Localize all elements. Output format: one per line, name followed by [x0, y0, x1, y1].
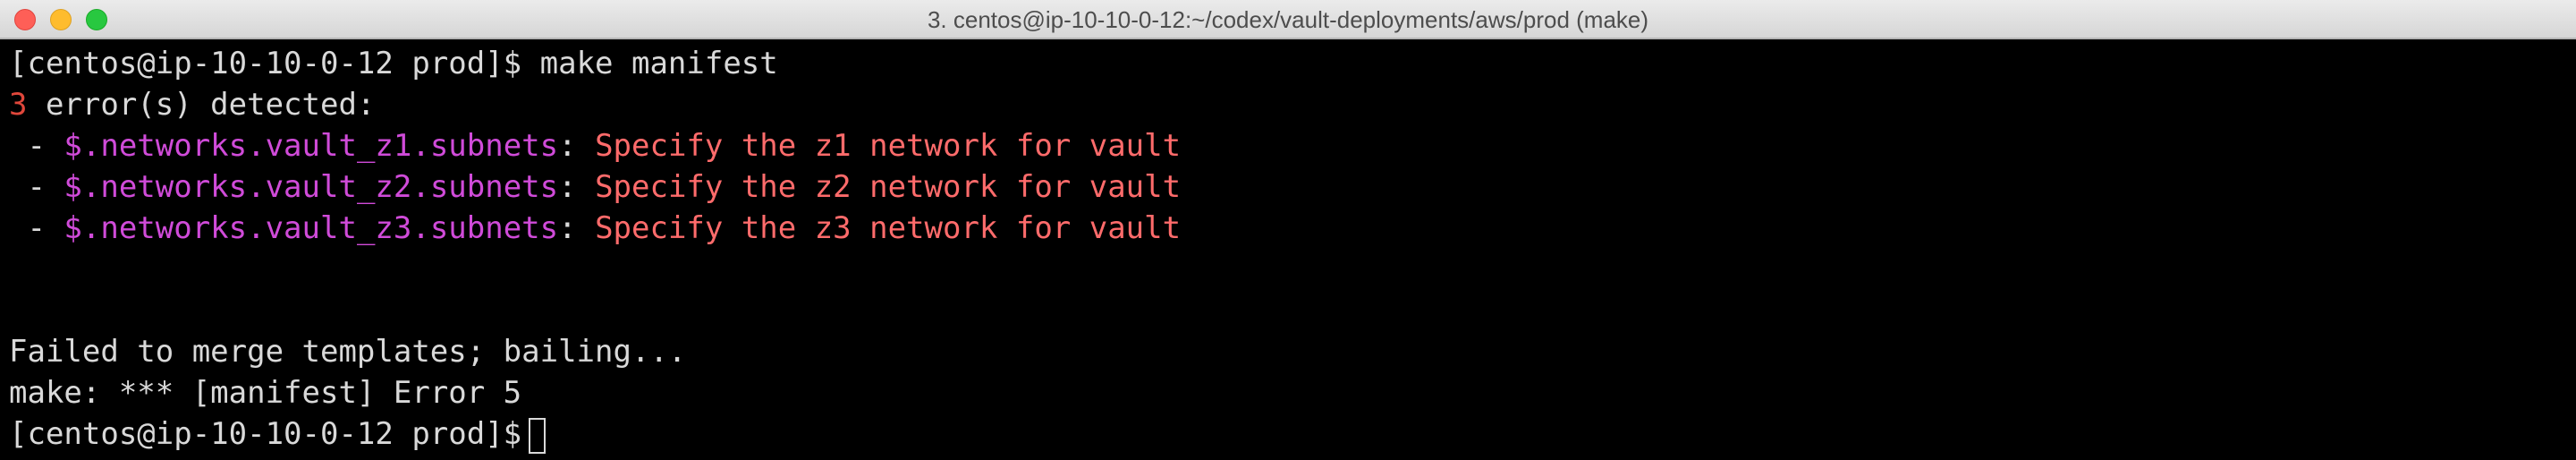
error-bullet: - [9, 169, 64, 205]
title-bar[interactable]: 3. centos@ip-10-10-0-12:~/codex/vault-de… [0, 0, 2576, 39]
terminal-window: 3. centos@ip-10-10-0-12:~/codex/vault-de… [0, 0, 2576, 460]
text-cursor [529, 417, 547, 454]
error-line: - $.networks.vault_z3.subnets: Specify t… [9, 208, 2576, 249]
terminal-output[interactable]: [centos@ip-10-10-0-12 prod]$ make manife… [9, 43, 2576, 460]
typed-command: make manifest [539, 46, 778, 81]
error-message: Specify the z2 network for vault [595, 169, 1182, 205]
error-bullet: - [9, 128, 64, 164]
error-separator: : [558, 169, 596, 205]
error-count: 3 [9, 87, 28, 123]
make-error-line: make: *** [manifest] Error 5 [9, 375, 522, 411]
error-summary-line: 3 error(s) detected: [9, 84, 2576, 125]
error-message: Specify the z1 network for vault [595, 128, 1182, 164]
error-summary-text: error(s) detected: [27, 87, 376, 123]
error-bullet: - [9, 210, 64, 246]
error-path: $.networks.vault_z1.subnets [64, 128, 559, 164]
window-title: 3. centos@ip-10-10-0-12:~/codex/vault-de… [927, 6, 1649, 33]
error-separator: : [558, 128, 596, 164]
error-path: $.networks.vault_z2.subnets [64, 169, 559, 205]
fail-message-line: Failed to merge templates; bailing... [9, 334, 687, 370]
command-line: [centos@ip-10-10-0-12 prod]$ make manife… [9, 43, 2576, 84]
shell-prompt: [centos@ip-10-10-0-12 prod]$ [9, 416, 522, 452]
error-line: - $.networks.vault_z1.subnets: Specify t… [9, 125, 2576, 166]
error-separator: : [558, 210, 596, 246]
final-prompt-line: [centos@ip-10-10-0-12 prod]$ [9, 413, 2576, 455]
error-path: $.networks.vault_z3.subnets [64, 210, 559, 246]
error-message: Specify the z3 network for vault [595, 210, 1182, 246]
shell-prompt: [centos@ip-10-10-0-12 prod]$ [9, 46, 522, 81]
error-line: - $.networks.vault_z2.subnets: Specify t… [9, 166, 2576, 208]
